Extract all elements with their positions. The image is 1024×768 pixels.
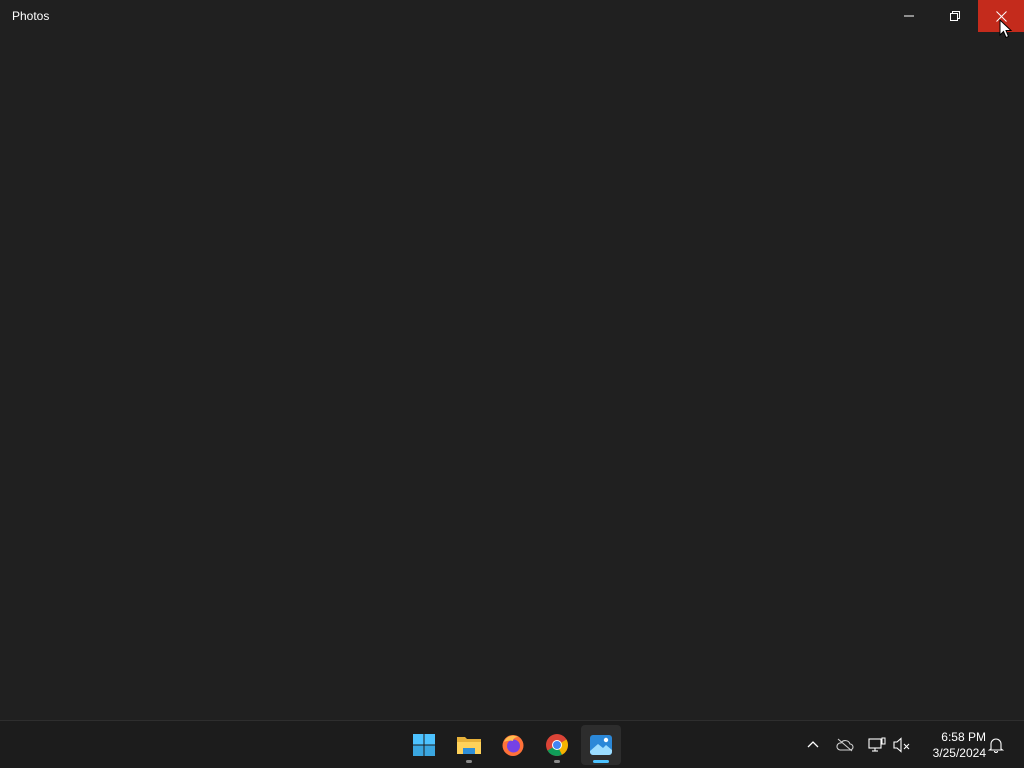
start-button[interactable] bbox=[404, 725, 444, 765]
restore-icon bbox=[950, 11, 960, 21]
notifications-button[interactable] bbox=[984, 733, 1008, 757]
close-button[interactable] bbox=[978, 0, 1024, 32]
title-bar[interactable]: Photos bbox=[0, 0, 1024, 32]
volume-tray-button[interactable] bbox=[890, 733, 914, 757]
minimize-icon bbox=[904, 15, 914, 17]
onedrive-icon bbox=[836, 738, 854, 752]
taskbar-file-explorer[interactable] bbox=[449, 725, 489, 765]
taskbar-clock[interactable]: 6:58 PM 3/25/2024 bbox=[920, 729, 986, 761]
active-indicator bbox=[593, 760, 609, 763]
photos-window: Photos bbox=[0, 0, 1024, 720]
chrome-icon bbox=[546, 734, 568, 756]
network-icon bbox=[868, 737, 886, 752]
photos-content-area bbox=[0, 32, 1024, 720]
windows-start-icon bbox=[413, 734, 435, 756]
onedrive-tray-button[interactable] bbox=[833, 733, 857, 757]
running-indicator bbox=[554, 760, 560, 763]
chevron-up-icon bbox=[807, 741, 819, 748]
taskbar-firefox[interactable] bbox=[493, 725, 533, 765]
close-icon bbox=[995, 10, 1007, 22]
taskbar-chrome[interactable] bbox=[537, 725, 577, 765]
minimize-button[interactable] bbox=[886, 0, 932, 32]
restore-button[interactable] bbox=[932, 0, 978, 32]
folder-icon bbox=[457, 737, 481, 754]
notification-bell-icon bbox=[988, 738, 1004, 753]
network-tray-button[interactable] bbox=[865, 733, 889, 757]
running-indicator bbox=[466, 760, 472, 763]
taskbar-photos[interactable] bbox=[581, 725, 621, 765]
taskbar: 6:58 PM 3/25/2024 bbox=[0, 720, 1024, 768]
firefox-icon bbox=[502, 735, 524, 756]
clock-date: 3/25/2024 bbox=[932, 746, 986, 760]
window-title: Photos bbox=[12, 9, 50, 23]
clock-time: 6:58 PM bbox=[941, 730, 986, 744]
volume-muted-icon bbox=[893, 737, 910, 753]
show-hidden-icons-button[interactable] bbox=[801, 733, 825, 757]
photos-icon bbox=[590, 735, 612, 755]
